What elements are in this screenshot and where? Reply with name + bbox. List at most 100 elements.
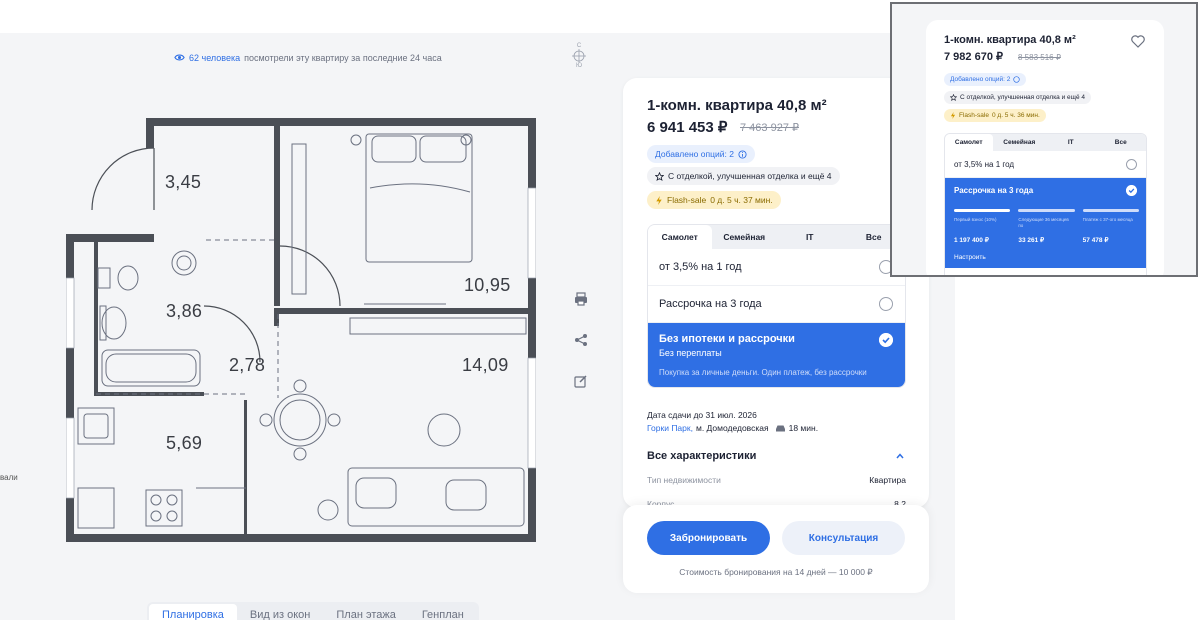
- room-area-kitchen: 5,69: [166, 433, 203, 453]
- left-edge-text: вали: [0, 473, 18, 482]
- overlay-finish-label: С отделкой, улучшенная отделка и ещё 4: [960, 94, 1086, 101]
- overlay-finish-chip[interactable]: С отделкой, улучшенная отделка и ещё 4: [944, 91, 1092, 104]
- tab-window-view[interactable]: Вид из окон: [237, 604, 323, 620]
- finish-chip-label: С отделкой, улучшенная отделка и ещё 4: [668, 171, 832, 181]
- overlay-title: 1-комн. квартира 40,8 м²: [944, 34, 1076, 46]
- apartment-card: 1-комн. квартира 40,8 м² 6 941 453 ₽ 7 4…: [623, 78, 929, 508]
- tab-layout[interactable]: Планировка: [149, 604, 237, 620]
- room-area-bedroom: 10,95: [464, 275, 511, 295]
- compass-south-label: Ю: [575, 63, 583, 69]
- overlay-tab-all[interactable]: Все: [1096, 134, 1147, 151]
- edit-icon[interactable]: [574, 374, 588, 388]
- overlay-payment-options: Самолет Семейная IT Все от 3,5% на 1 год…: [944, 133, 1147, 275]
- plan-tools: [574, 292, 590, 415]
- overlay-options-label: Добавлено опций: 2: [950, 76, 1011, 83]
- payment-option-label: Рассрочка на 3 года: [659, 298, 762, 310]
- star-icon: [655, 171, 664, 181]
- overlay-price: 7 982 670 ₽: [944, 51, 1003, 63]
- viewers-info: 62 человека посмотрели эту квартиру за п…: [174, 52, 442, 63]
- booking-cost: Стоимость бронирования на 14 дней — 10 0…: [679, 567, 873, 577]
- finish-chip[interactable]: С отделкой, улучшенная отделка и ещё 4: [647, 167, 840, 185]
- complex-link[interactable]: Горки Парк,: [647, 423, 693, 433]
- overlay-tab-it[interactable]: IT: [1046, 134, 1096, 151]
- payment-tabs: Самолет Семейная IT Все: [648, 225, 905, 249]
- location-info: Горки Парк, м. Домодедовская 18 мин.: [647, 423, 818, 433]
- options-chip[interactable]: Добавлено опций: 2: [647, 145, 755, 163]
- plan-view-tabs: Планировка Вид из окон План этажа Генпла…: [147, 602, 479, 620]
- info-icon: [1013, 76, 1021, 83]
- room-area-living: 14,09: [462, 355, 509, 375]
- room-area-hall: 3,45: [165, 172, 202, 192]
- payment-tab-family[interactable]: Семейная: [712, 225, 777, 249]
- viewers-text: посмотрели эту квартиру за последние 24 …: [244, 52, 442, 63]
- overlay-payment-tabs: Самолет Семейная IT Все: [945, 134, 1146, 151]
- overlay-option-installment-selected[interactable]: Рассрочка на 3 года Первый взнос (10%) 1…: [945, 178, 1146, 268]
- overlay-tab-family[interactable]: Семейная: [993, 134, 1046, 151]
- overlay-flash-label: Flash-sale: [959, 112, 989, 119]
- heart-icon[interactable]: [1131, 35, 1145, 48]
- selected-option-title: Без ипотеки и рассрочки: [659, 333, 795, 345]
- metro-station: м. Домодедовская: [695, 423, 769, 433]
- page: 62 человека посмотрели эту квартиру за п…: [0, 0, 1200, 620]
- payment-option-cash-selected[interactable]: Без ипотеки и рассрочки Без переплаты По…: [648, 323, 905, 387]
- viewers-count: 62 человека: [189, 52, 241, 63]
- tab-master-plan[interactable]: Генплан: [409, 604, 477, 620]
- configure-link[interactable]: Настроить: [954, 254, 986, 261]
- room-area-bathroom: 3,86: [166, 301, 203, 321]
- progress-segment: [1018, 209, 1075, 212]
- installment-schedule: Первый взнос (10%) 1 197 400 ₽ Следующие…: [954, 217, 1139, 244]
- overlay-flash-timer: 0 д. 5 ч. 36 мин.: [991, 112, 1040, 119]
- check-icon[interactable]: [879, 333, 893, 347]
- lightning-icon: [950, 112, 956, 119]
- payment-tab-it[interactable]: IT: [777, 225, 842, 249]
- overlay-tab-samolet[interactable]: Самолет: [945, 134, 993, 151]
- progress-segment: [1082, 209, 1139, 212]
- progress-segment: [954, 209, 1011, 212]
- radio-icon[interactable]: [879, 297, 893, 311]
- installment-col: Первый взнос (10%) 1 197 400 ₽: [954, 217, 1010, 244]
- selected-option-subtitle: Без переплаты: [659, 348, 722, 358]
- char-value: Квартира: [869, 475, 906, 485]
- payment-tab-samolet[interactable]: Самолет: [648, 225, 712, 249]
- print-icon[interactable]: [574, 292, 588, 306]
- zoom-overlay: 1-комн. квартира 40,8 м² 7 982 670 ₽ 8 5…: [890, 2, 1198, 277]
- installment-label: Первый взнос (10%): [954, 217, 997, 222]
- payment-option-label: от 3,5% на 1 год: [659, 261, 742, 273]
- radio-icon[interactable]: [1126, 159, 1137, 170]
- book-button[interactable]: Забронировать: [647, 521, 770, 555]
- payment-option-installment[interactable]: Рассрочка на 3 года: [648, 286, 905, 323]
- overlay-options-chip[interactable]: Добавлено опций: 2: [944, 73, 1027, 86]
- compass: С Ю: [568, 43, 590, 71]
- installment-label: Следующие 36 месяцев по: [1018, 217, 1069, 228]
- flash-sale-timer: 0 д. 5 ч. 37 мин.: [710, 195, 773, 205]
- apartment-price: 6 941 453 ₽: [647, 119, 728, 136]
- flash-sale-chip: Flash-sale 0 д. 5 ч. 37 мин.: [647, 191, 781, 209]
- char-row-type: Тип недвижимости Квартира: [647, 475, 906, 485]
- chevron-up-icon[interactable]: [895, 451, 905, 461]
- tab-floor-plan[interactable]: План этажа: [323, 604, 408, 620]
- eye-icon: [174, 54, 185, 61]
- overlay-option-mortgage[interactable]: от 3,5% на 1 год: [945, 151, 1146, 178]
- payment-options: Самолет Семейная IT Все от 3,5% на 1 год…: [647, 224, 906, 388]
- selected-option-note: Покупка за личные деньги. Один платеж, б…: [659, 368, 867, 377]
- flash-sale-label: Flash-sale: [667, 195, 707, 205]
- apartment-title: 1-комн. квартира 40,8 м²: [647, 97, 827, 114]
- payment-option-mortgage[interactable]: от 3,5% на 1 год: [648, 249, 905, 286]
- options-chip-label: Добавлено опций: 2: [655, 149, 734, 159]
- overlay-apartment-card: 1-комн. квартира 40,8 м² 7 982 670 ₽ 8 5…: [926, 20, 1164, 275]
- check-icon[interactable]: [1126, 185, 1137, 196]
- booking-actions: Забронировать Консультация Стоимость бро…: [623, 505, 929, 593]
- installment-col: Платеж с 37-ого месяца 57 478 ₽: [1083, 217, 1139, 244]
- overlay-old-price: 8 583 516 ₽: [1018, 53, 1061, 62]
- floor-plan: 3,45 10,95 3,86 2,78 14,09 5,69: [65, 118, 537, 542]
- overlay-flash-chip: Flash-sale 0 д. 5 ч. 36 мин.: [944, 109, 1046, 122]
- deadline: Дата сдачи до 31 июл. 2026: [647, 410, 757, 420]
- share-icon[interactable]: [574, 333, 588, 347]
- star-icon: [950, 94, 957, 101]
- installment-value: 57 478 ₽: [1082, 237, 1109, 244]
- consultation-button[interactable]: Консультация: [782, 521, 905, 555]
- installment-progress: [954, 209, 1139, 212]
- apartment-old-price: 7 463 927 ₽: [740, 122, 799, 134]
- installment-value: 1 197 400 ₽: [954, 237, 989, 244]
- characteristics-title[interactable]: Все характеристики: [647, 450, 756, 462]
